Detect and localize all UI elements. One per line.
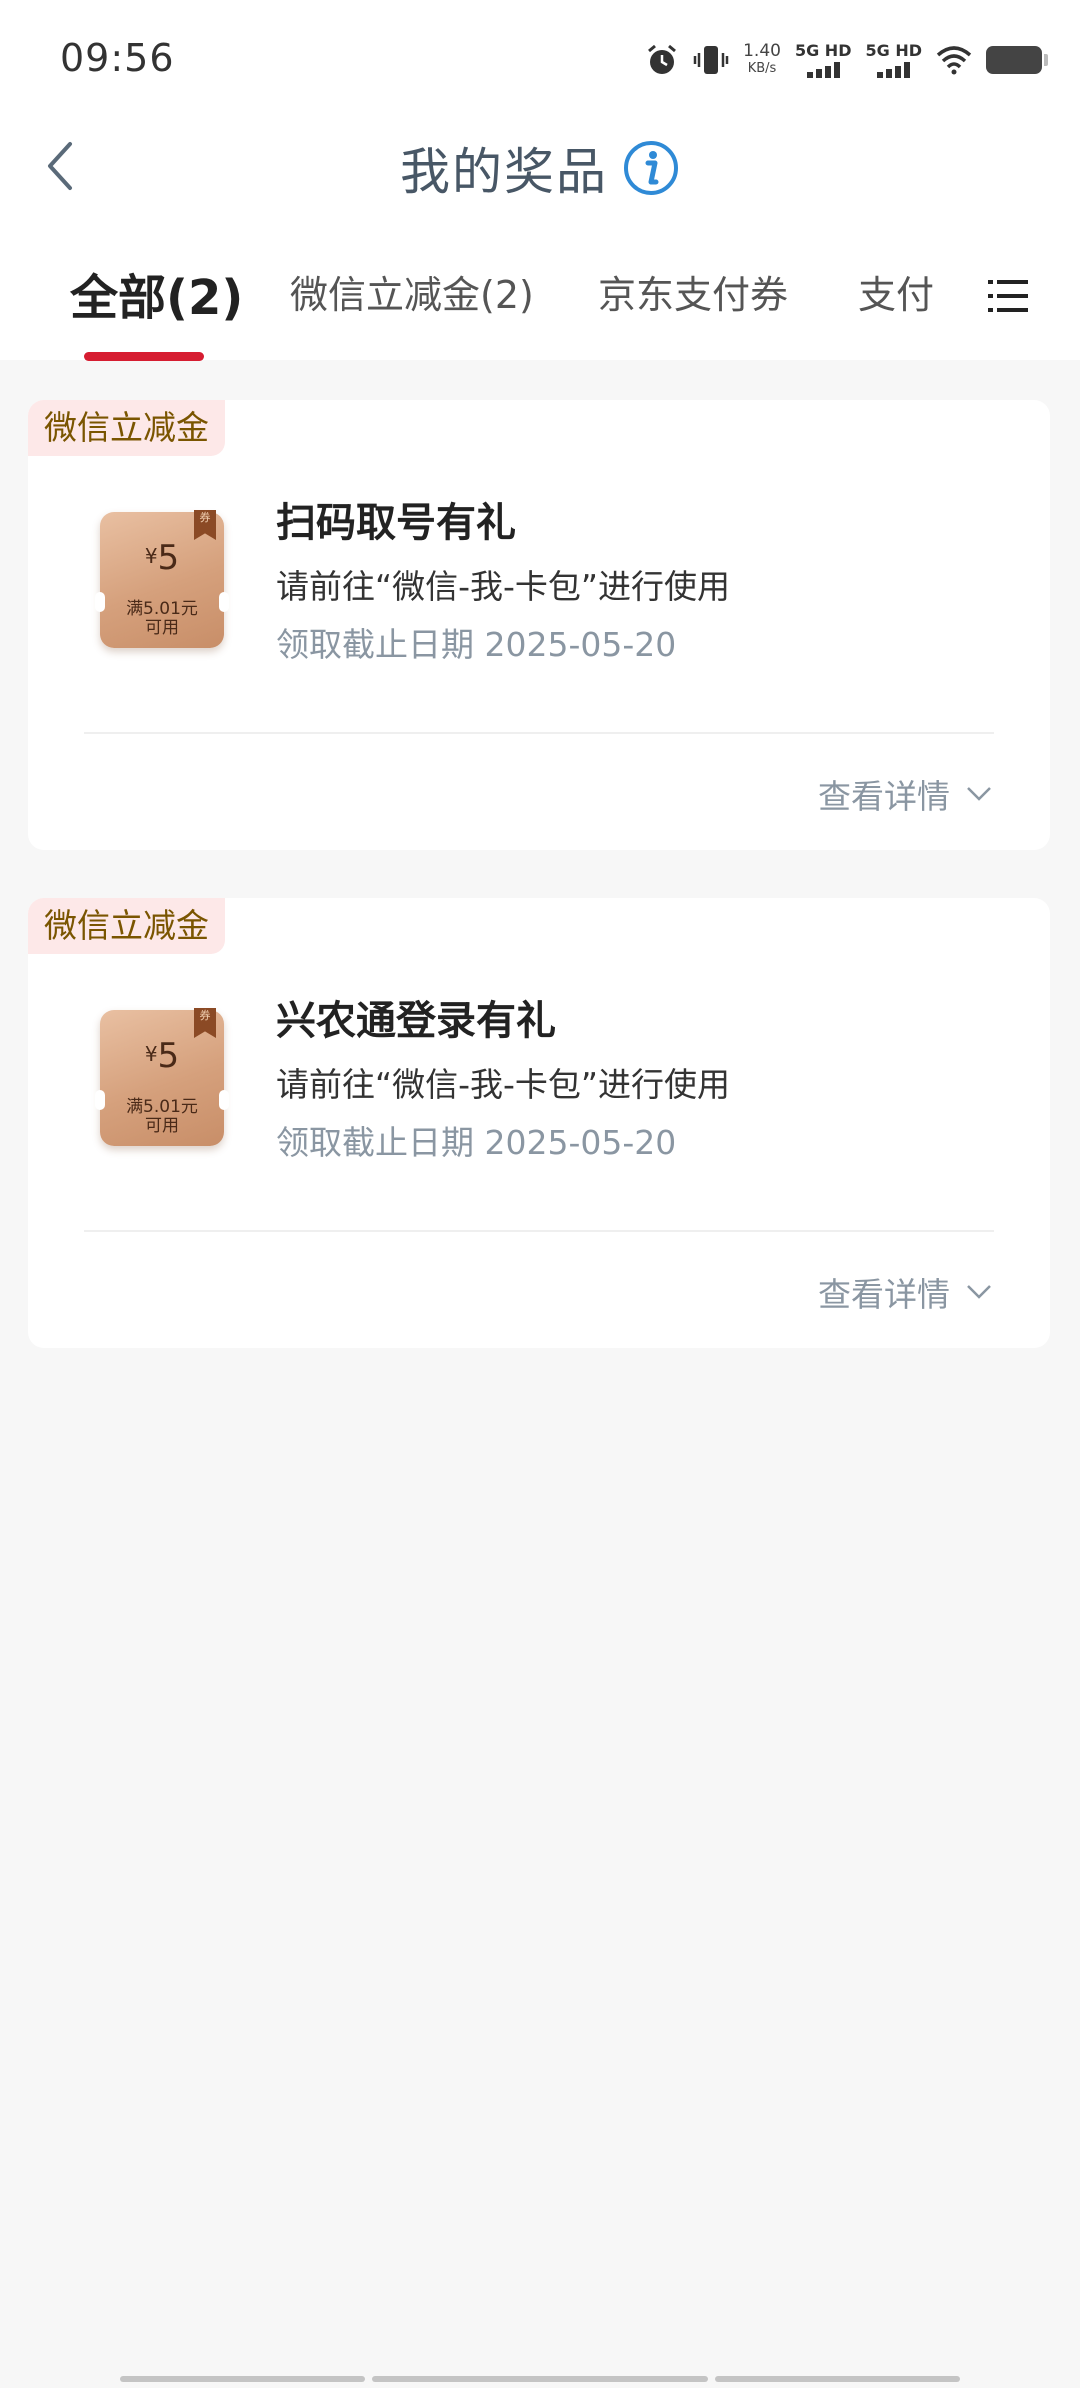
currency-symbol: ¥ xyxy=(144,544,158,568)
prize-title: 扫码取号有礼 xyxy=(276,500,516,546)
home-indicator[interactable] xyxy=(715,2376,960,2382)
wifi-icon xyxy=(936,46,972,75)
net-speed-value: 1.40 xyxy=(743,41,781,61)
view-details-button[interactable]: 查看详情 xyxy=(818,770,992,818)
list-menu-icon[interactable] xyxy=(988,276,1028,316)
signal-sim2-label: 5G HD xyxy=(865,40,922,60)
coupon-condition-line2: 可用 xyxy=(145,618,179,638)
info-icon[interactable] xyxy=(622,139,680,197)
prize-deadline: 领取截止日期 2025-05-20 xyxy=(276,625,677,664)
coupon-value: 5 xyxy=(157,538,180,578)
status-icons: 1.40 KB/s 5G HD 5G HD xyxy=(645,36,1048,84)
alarm-icon xyxy=(648,44,677,74)
coupon-condition: 满5.01元 可用 xyxy=(100,1098,224,1136)
battery-icon xyxy=(986,46,1048,74)
signal-sim2: 5G HD xyxy=(865,40,922,78)
coupon-condition-line1: 满5.01元 xyxy=(126,599,198,619)
home-indicator[interactable] xyxy=(372,2376,708,2382)
chevron-down-icon xyxy=(967,1285,991,1299)
view-details-label: 查看详情 xyxy=(818,777,950,816)
tab-all[interactable]: 全部(2) xyxy=(70,258,243,328)
currency-symbol: ¥ xyxy=(144,1042,158,1066)
divider xyxy=(84,1230,994,1232)
coupon-image: 券 ¥5 满5.01元 可用 xyxy=(95,1008,229,1146)
divider xyxy=(84,732,994,734)
view-details-button[interactable]: 查看详情 xyxy=(818,1268,992,1316)
prize-card: 微信立减金 券 ¥5 满5.01元 可用 兴农通登录有礼 请前往“微信-我-卡包… xyxy=(28,898,1050,1348)
signal-sim1-label: 5G HD xyxy=(794,40,852,60)
status-bar: 09:56 1.40 KB/s 5G HD 5G HD xyxy=(0,0,1080,110)
tab-wechat-discount[interactable]: 微信立减金(2) xyxy=(290,264,534,319)
coupon-image: 券 ¥5 满5.01元 可用 xyxy=(95,510,229,648)
coupon-amount: ¥5 xyxy=(100,538,224,578)
signal-bars-icon xyxy=(806,61,840,78)
prize-type-tag: 微信立减金 xyxy=(28,898,225,954)
title-wrap: 我的奖品 xyxy=(0,132,1080,204)
signal-sim1: 5G HD xyxy=(794,40,852,78)
net-speed: 1.40 KB/s xyxy=(743,43,781,77)
status-time: 09:56 xyxy=(60,36,175,80)
coupon-badge: 券 xyxy=(194,510,216,540)
coupon-value: 5 xyxy=(157,1036,180,1076)
prize-tabs: 全部(2) 微信立减金(2) 京东支付券 支付 xyxy=(0,250,1080,361)
vibrate-icon xyxy=(693,46,729,74)
tab-jd-pay-coupon[interactable]: 京东支付券 xyxy=(598,264,788,319)
coupon-condition: 满5.01元 可用 xyxy=(100,600,224,638)
coupon-condition-line1: 满5.01元 xyxy=(126,1097,198,1117)
coupon-condition-line2: 可用 xyxy=(145,1116,179,1136)
view-details-label: 查看详情 xyxy=(818,1275,950,1314)
tab-pay[interactable]: 支付 xyxy=(858,264,938,319)
net-speed-unit: KB/s xyxy=(747,61,777,76)
coupon-badge: 券 xyxy=(194,1008,216,1038)
home-indicator[interactable] xyxy=(120,2376,365,2382)
signal-bars-icon xyxy=(877,61,911,78)
prize-title: 兴农通登录有礼 xyxy=(276,998,556,1044)
prize-instructions: 请前往“微信-我-卡包”进行使用 xyxy=(276,1065,731,1104)
page-header: 我的奖品 xyxy=(0,110,1080,220)
prize-type-tag: 微信立减金 xyxy=(28,400,225,456)
prize-deadline: 领取截止日期 2025-05-20 xyxy=(276,1123,677,1162)
coupon-amount: ¥5 xyxy=(100,1036,224,1076)
active-tab-indicator xyxy=(84,352,204,361)
chevron-down-icon xyxy=(967,787,991,801)
page-title: 我的奖品 xyxy=(400,143,608,201)
prize-card: 微信立减金 券 ¥5 满5.01元 可用 扫码取号有礼 请前往“微信-我-卡包”… xyxy=(28,400,1050,850)
prize-instructions: 请前往“微信-我-卡包”进行使用 xyxy=(276,567,731,606)
